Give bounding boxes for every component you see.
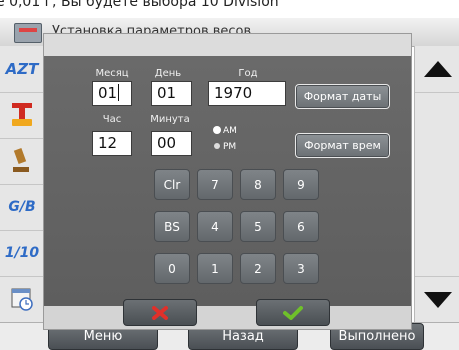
key-clr[interactable]: Clr	[154, 169, 190, 200]
month-label: Месяц	[95, 68, 129, 79]
gross-net-button[interactable]: G/B	[0, 184, 44, 231]
key-3[interactable]: 3	[283, 253, 319, 284]
key-9[interactable]: 9	[283, 169, 319, 200]
hour-field[interactable]: 12	[92, 131, 132, 156]
dialog-footer	[44, 299, 411, 329]
year-value: 1970	[214, 84, 253, 102]
time-format-label: Формат врем	[304, 139, 381, 152]
hour-label: Час	[102, 114, 122, 125]
key-7[interactable]: 7	[197, 169, 233, 200]
key-label: 6	[297, 219, 305, 234]
check-icon	[283, 305, 303, 320]
division-button[interactable]: 1/10	[0, 230, 44, 277]
right-scrollbar	[414, 46, 459, 322]
key-label: 0	[168, 261, 176, 276]
am-label: AM	[223, 126, 237, 136]
arrow-down-icon	[423, 292, 452, 308]
year-label: Год	[238, 68, 258, 79]
azt-button[interactable]: AZT	[0, 46, 44, 93]
dialog-body: Месяц День Год 01 01 1970 Формат даты Ча…	[44, 56, 411, 306]
date-time-dialog: Месяц День Год 01 01 1970 Формат даты Ча…	[43, 33, 412, 330]
key-label: 3	[297, 261, 305, 276]
calendar-clock-icon	[11, 288, 33, 311]
x-icon	[152, 305, 168, 320]
day-value: 01	[157, 84, 177, 102]
key-6[interactable]: 6	[283, 211, 319, 242]
key-4[interactable]: 4	[197, 211, 233, 242]
minute-field[interactable]: 00	[151, 131, 192, 156]
gross-net-icon: G/B	[8, 199, 36, 215]
text-caret	[118, 84, 120, 101]
pm-radio[interactable]: PM	[214, 142, 236, 152]
date-format-button[interactable]: Формат даты	[295, 84, 390, 109]
time-format-button[interactable]: Формат врем	[295, 133, 390, 158]
auto-tare-button[interactable]	[0, 92, 44, 139]
minute-label: Минута	[150, 114, 190, 125]
gavel-button[interactable]	[0, 138, 44, 185]
key-label: BS	[164, 219, 180, 234]
key-label: 2	[254, 261, 262, 276]
done-label: Выполнено	[338, 329, 416, 344]
hour-value: 12	[98, 134, 118, 152]
year-field[interactable]: 1970	[208, 81, 286, 106]
confirm-button[interactable]	[256, 299, 330, 326]
key-label: 9	[297, 177, 305, 192]
dialog-header	[44, 34, 411, 56]
azt-icon: AZT	[5, 60, 39, 78]
am-radio[interactable]: AM	[214, 126, 237, 136]
key-label: 4	[211, 219, 219, 234]
pm-label: PM	[223, 142, 237, 152]
day-field[interactable]: 01	[151, 81, 192, 106]
scroll-down-button[interactable]	[415, 276, 459, 323]
key-label: 5	[254, 219, 262, 234]
radio-selected-icon	[214, 127, 220, 133]
key-label: 1	[211, 261, 219, 276]
scale-settings-icon	[14, 23, 42, 43]
arrow-up-icon	[423, 61, 452, 77]
month-field[interactable]: 01	[92, 81, 132, 106]
cancel-button[interactable]	[123, 299, 197, 326]
date-time-button[interactable]	[0, 276, 44, 323]
gavel-icon	[13, 148, 29, 172]
division-icon: 1/10	[4, 245, 40, 261]
radio-unselected-icon	[214, 143, 220, 149]
key-backspace[interactable]: BS	[154, 211, 190, 242]
back-label: Назад	[222, 329, 264, 344]
left-toolbar: AZT G/B 1/10	[0, 46, 45, 323]
background-caption: е 0,01 г, Вы будете выбора 10 Division	[0, 0, 459, 18]
day-label: День	[154, 68, 182, 79]
key-2[interactable]: 2	[240, 253, 276, 284]
key-label: 8	[254, 177, 262, 192]
key-label: Clr	[163, 177, 181, 192]
tare-auto-icon	[12, 103, 32, 126]
scroll-up-button[interactable]	[415, 46, 459, 93]
key-1[interactable]: 1	[197, 253, 233, 284]
key-0[interactable]: 0	[154, 253, 190, 284]
key-5[interactable]: 5	[240, 211, 276, 242]
key-8[interactable]: 8	[240, 169, 276, 200]
minute-value: 00	[157, 134, 177, 152]
date-format-label: Формат даты	[303, 90, 382, 103]
menu-label: Меню	[83, 329, 123, 344]
month-value: 01	[98, 84, 118, 102]
key-label: 7	[211, 177, 219, 192]
